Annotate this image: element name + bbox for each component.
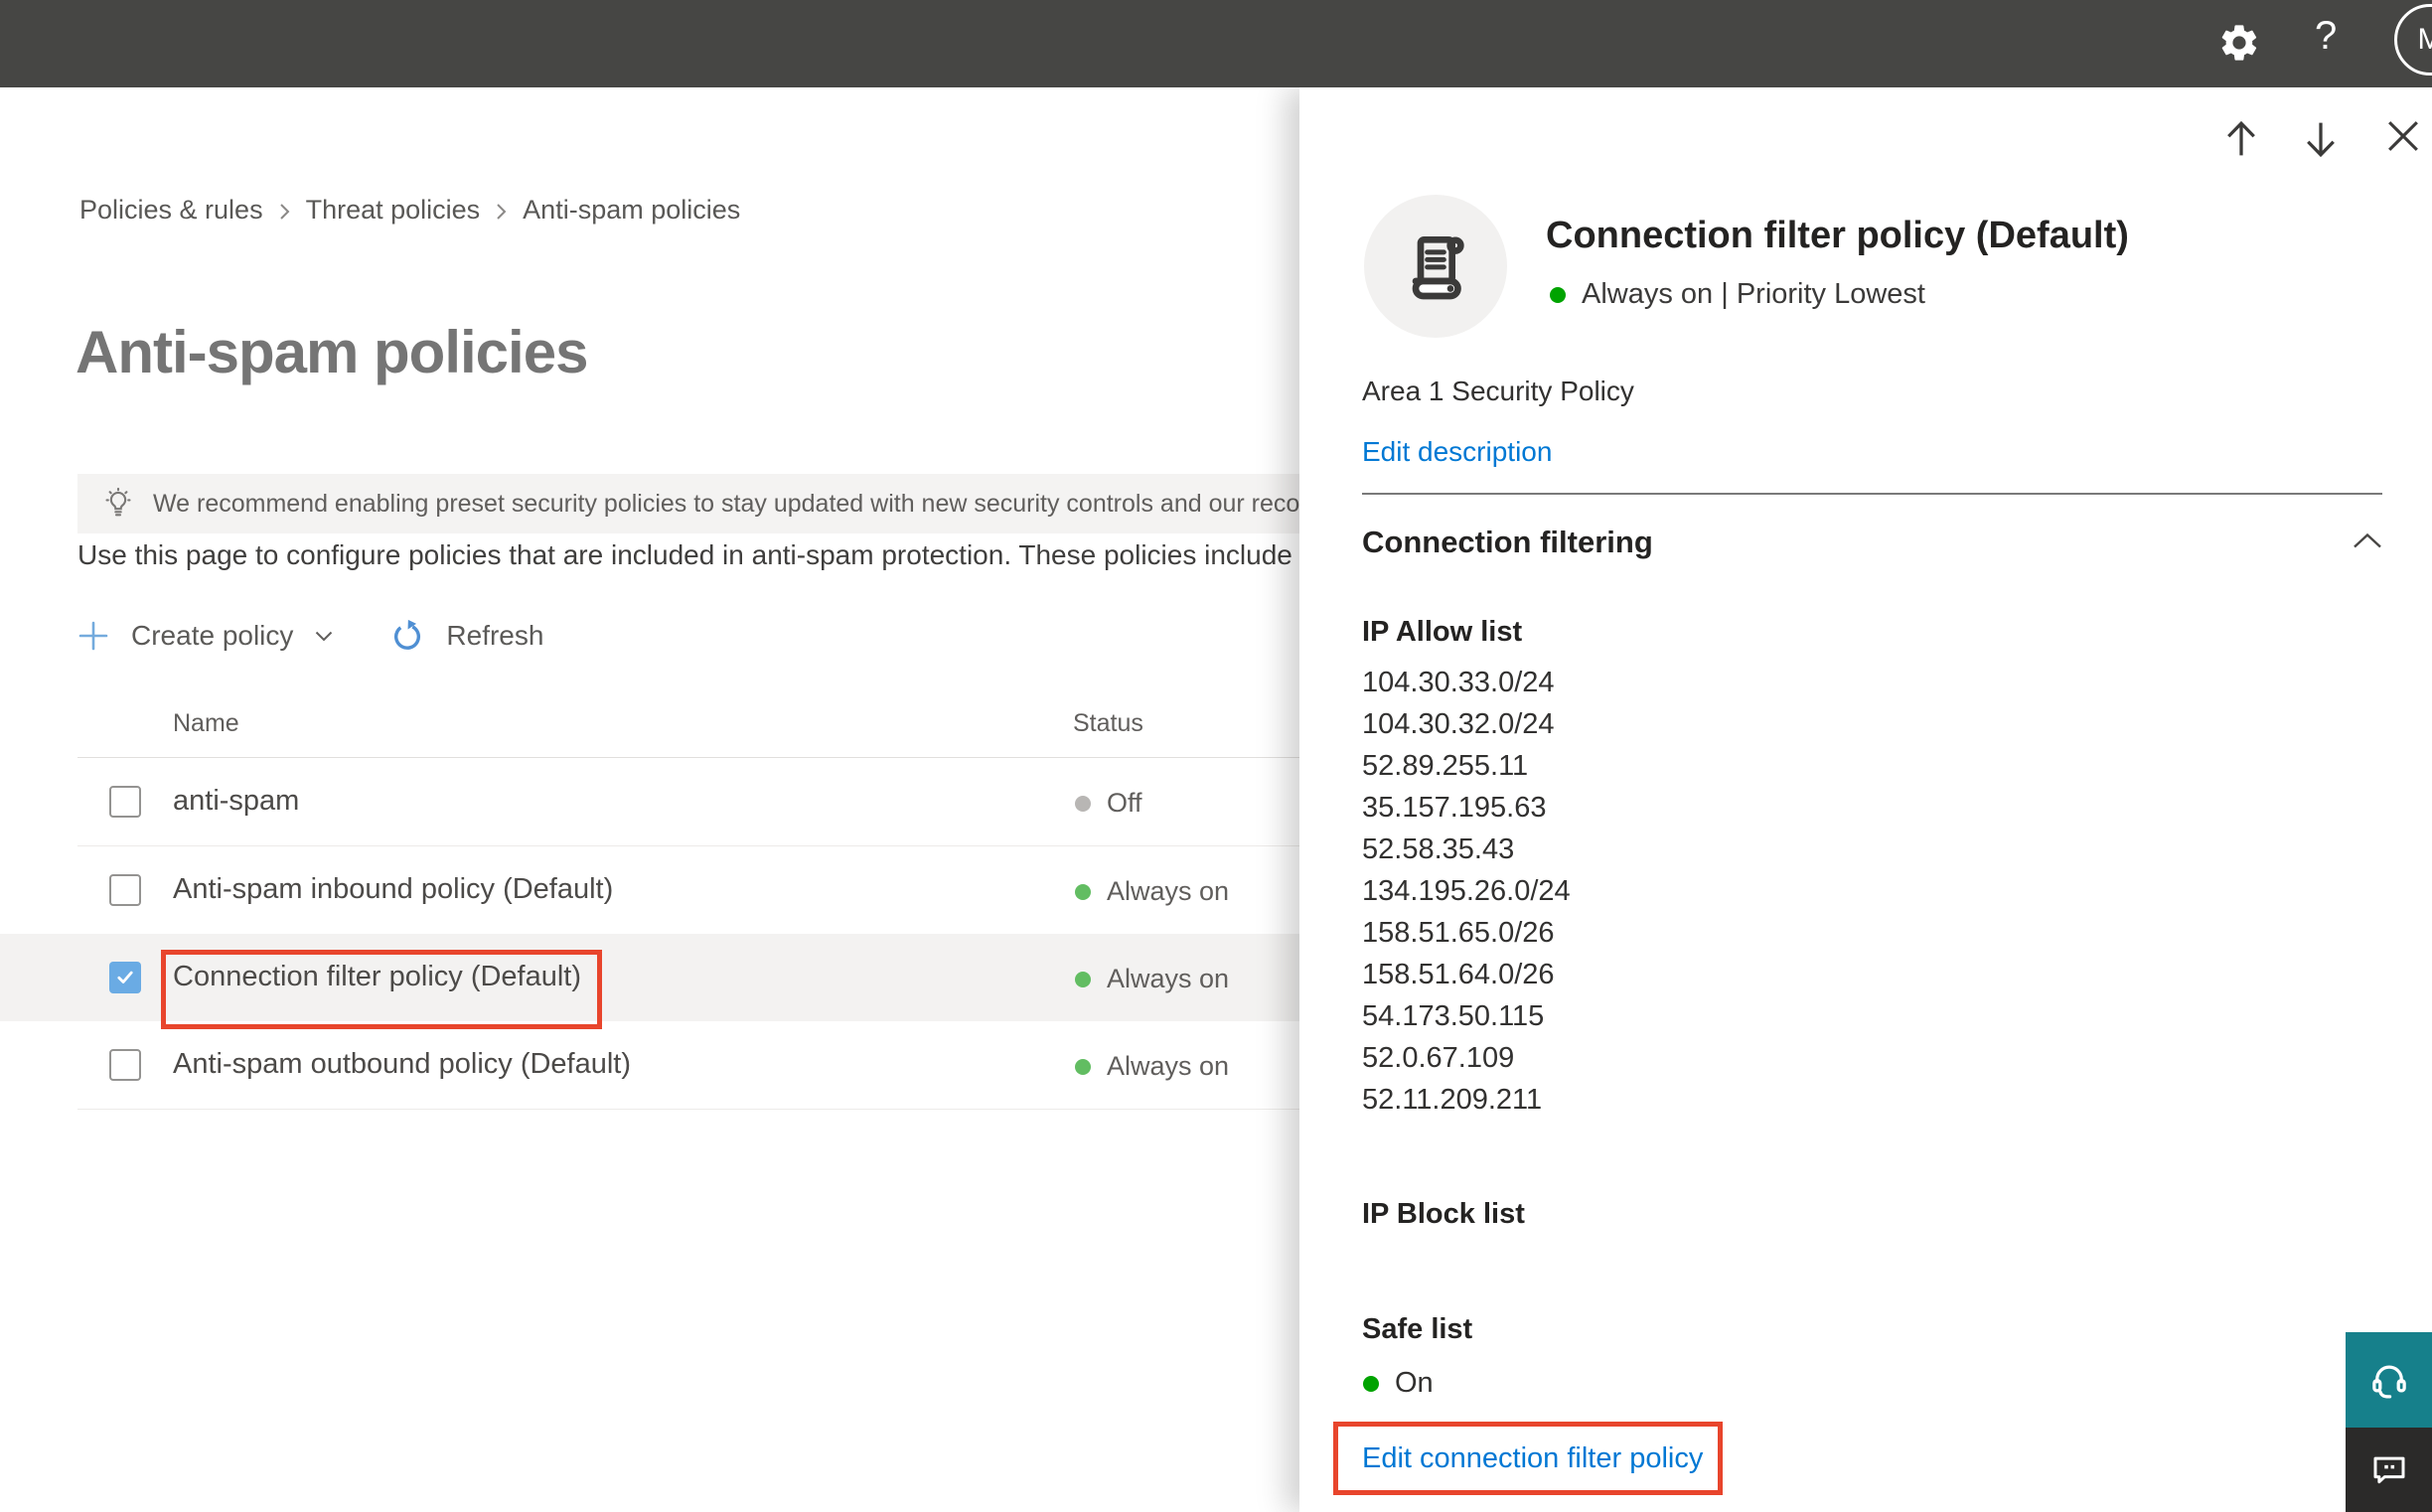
breadcrumb-chevron-icon [279, 203, 289, 220]
ip-allow-list-label: IP Allow list [1362, 616, 1523, 648]
status-dot [1363, 1375, 1379, 1392]
ip-block-list-label: IP Block list [1362, 1198, 1525, 1230]
row-checkbox[interactable] [109, 786, 141, 818]
row-checkbox-checked[interactable] [109, 962, 141, 993]
policy-details-flyout: Connection filter policy (Default) Alway… [1299, 87, 2432, 1512]
status-dot [1075, 971, 1091, 987]
breadcrumb-policies-rules[interactable]: Policies & rules [79, 195, 263, 226]
status-dot [1075, 795, 1091, 812]
status-dot [1075, 1058, 1091, 1075]
arrow-down-icon[interactable] [2301, 117, 2345, 161]
edit-description-link[interactable]: Edit description [1362, 436, 1552, 468]
safe-list-label: Safe list [1362, 1313, 1473, 1345]
policy-name: Anti-spam outbound policy (Default) [173, 1048, 632, 1080]
status-label: Off [1107, 788, 1142, 818]
safe-list-status: On [1363, 1367, 1434, 1400]
breadcrumb-chevron-icon [497, 203, 507, 220]
column-header-name[interactable]: Name [173, 709, 239, 738]
top-app-bar: ? M [0, 0, 2432, 87]
ip-entry: 52.11.209.211 [1362, 1084, 1543, 1116]
banner-text: We recommend enabling preset security po… [153, 489, 1355, 518]
ip-entry: 52.0.67.109 [1362, 1042, 1515, 1074]
help-icon[interactable]: ? [2315, 14, 2337, 59]
status-dot [1075, 883, 1091, 900]
chevron-up-icon[interactable] [2353, 532, 2382, 554]
feedback-icon [2373, 1456, 2404, 1483]
page-title: Anti-spam policies [76, 319, 588, 385]
policy-description: Area 1 Security Policy [1362, 376, 1634, 406]
avatar-initial: M [2417, 23, 2432, 56]
safe-list-status-text: On [1395, 1367, 1434, 1399]
flyout-title: Connection filter policy (Default) [1546, 215, 2129, 256]
status-label: Always on [1107, 964, 1230, 993]
create-policy-button[interactable]: Create policy [77, 620, 333, 652]
refresh-label: Refresh [446, 620, 544, 651]
row-checkbox[interactable] [109, 1049, 141, 1081]
avatar[interactable]: M [2394, 4, 2432, 76]
policy-name: anti-spam [173, 785, 300, 817]
breadcrumb-anti-spam-policies[interactable]: Anti-spam policies [523, 195, 740, 226]
ip-allow-list: 104.30.33.0/24 104.30.32.0/24 52.89.255.… [1362, 662, 1571, 1121]
status-label: Always on [1107, 1051, 1230, 1081]
ip-entry: 104.30.33.0/24 [1362, 667, 1555, 698]
lightbulb-icon [105, 487, 131, 517]
checkmark-icon [117, 971, 133, 983]
status-dot [1550, 286, 1566, 303]
breadcrumb: Policies & rules Threat policies Anti-sp… [79, 195, 740, 226]
row-checkbox[interactable] [109, 874, 141, 906]
scroll-policy-icon [1412, 236, 1464, 300]
headset-icon [2371, 1365, 2406, 1399]
column-header-status[interactable]: Status [1073, 709, 1143, 738]
arrow-up-icon[interactable] [2221, 117, 2265, 161]
section-title-connection-filtering: Connection filtering [1362, 525, 1653, 559]
edit-connection-filter-policy-link[interactable]: Edit connection filter policy [1362, 1442, 1703, 1475]
flyout-toolbar [1299, 87, 2432, 177]
create-policy-label: Create policy [131, 620, 294, 651]
support-button[interactable] [2346, 1332, 2432, 1428]
feedback-button[interactable] [2346, 1428, 2432, 1512]
ip-entry: 54.173.50.115 [1362, 1000, 1545, 1032]
command-bar: Create policy Refresh [77, 612, 543, 660]
ip-entry: 52.58.35.43 [1362, 833, 1515, 865]
gear-icon[interactable] [2217, 21, 2261, 65]
ip-entry: 52.89.255.11 [1362, 750, 1529, 782]
close-icon[interactable] [2384, 117, 2428, 161]
refresh-button[interactable]: Refresh [390, 619, 543, 653]
ip-entry: 134.195.26.0/24 [1362, 875, 1571, 907]
ip-entry: 158.51.64.0/26 [1362, 959, 1555, 990]
ip-entry: 35.157.195.63 [1362, 792, 1547, 824]
divider [1362, 493, 2382, 495]
ip-entry: 104.30.32.0/24 [1362, 708, 1555, 740]
plus-icon [78, 621, 108, 651]
flyout-status-line: Always on | Priority Lowest [1550, 278, 1925, 311]
breadcrumb-threat-policies[interactable]: Threat policies [306, 195, 481, 226]
status-label: Always on [1107, 876, 1230, 906]
policy-name: Anti-spam inbound policy (Default) [173, 873, 614, 905]
policy-name: Connection filter policy (Default) [173, 961, 582, 992]
flyout-status-text: Always on | Priority Lowest [1582, 278, 1925, 310]
chevron-down-icon [316, 631, 333, 641]
ip-entry: 158.51.65.0/26 [1362, 917, 1555, 949]
policy-type-badge [1364, 195, 1507, 338]
refresh-icon [394, 619, 421, 650]
